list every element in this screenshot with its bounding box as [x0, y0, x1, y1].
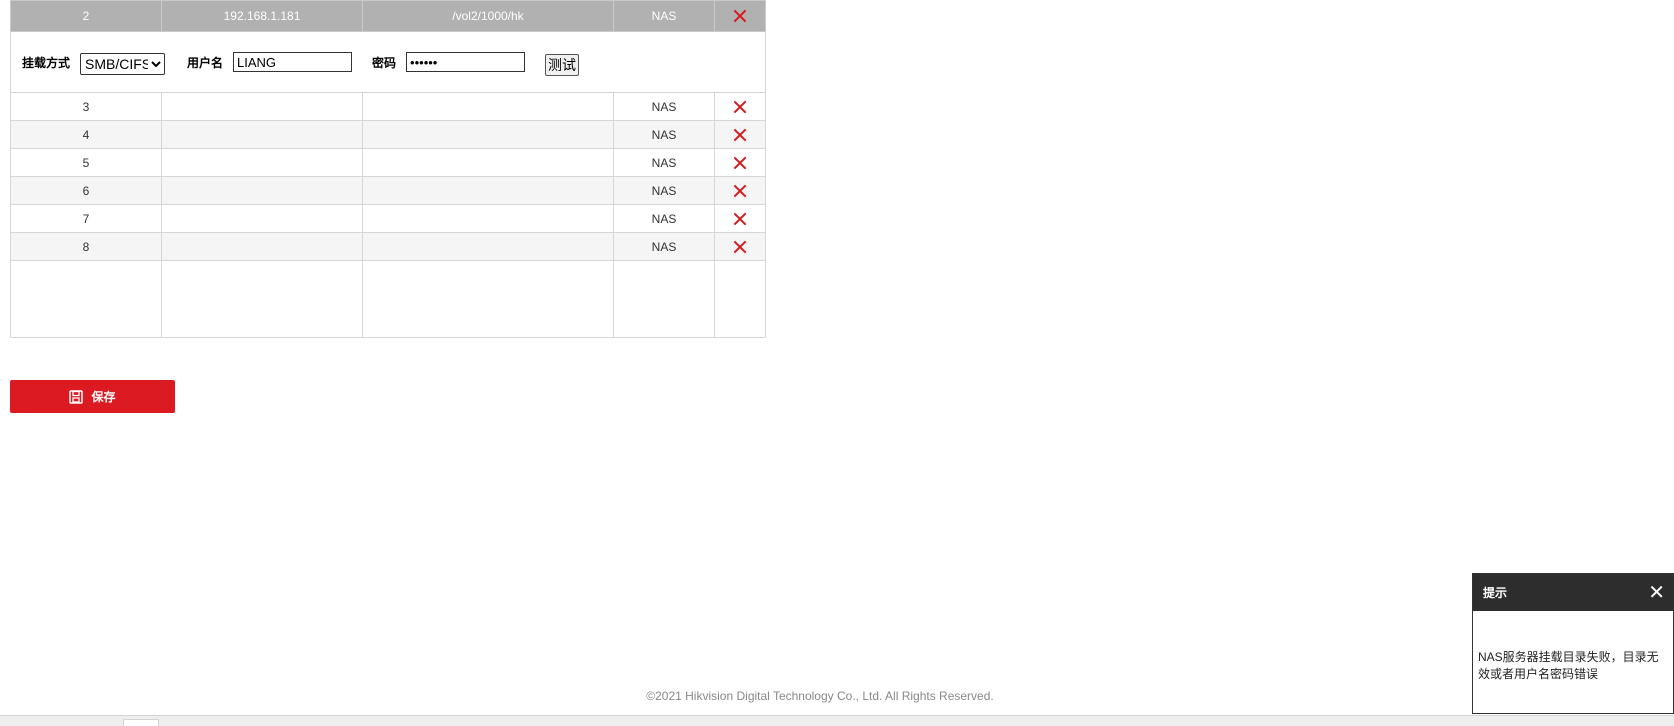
delete-icon[interactable] [733, 212, 747, 226]
delete-icon[interactable] [733, 240, 747, 254]
test-button[interactable]: 测试 [545, 53, 580, 76]
notification-dialog: 提示 ✕ NAS服务器挂载目录失败，目录无效或者用户名密码错误 [1472, 573, 1674, 714]
cell-index: 5 [10, 148, 162, 177]
floppy-disk-icon [69, 389, 84, 404]
cell-type: NAS [613, 92, 715, 121]
cell-delete [714, 148, 766, 177]
table-row[interactable]: 3 NAS [10, 92, 766, 121]
password-label: 密码 [372, 55, 397, 70]
delete-icon[interactable] [733, 156, 747, 170]
table-row[interactable]: 7 NAS [10, 204, 766, 233]
cell-type: NAS [613, 176, 715, 205]
cell-server [161, 204, 363, 233]
cell-type: NAS [613, 0, 715, 32]
nas-settings-page: 2 192.168.1.181 /vol2/1000/hk NAS 挂载方式 S… [0, 0, 1674, 726]
cell-index: 4 [10, 120, 162, 149]
cell-path [362, 204, 614, 233]
save-button-label: 保存 [91, 390, 116, 404]
cell-path [362, 120, 614, 149]
cell-delete [714, 92, 766, 121]
cell-server [161, 92, 363, 121]
mount-type-select[interactable]: SMB/CIFS [80, 53, 166, 75]
cell-delete [714, 176, 766, 205]
cell-server [161, 120, 363, 149]
cell-delete [714, 120, 766, 149]
cell-type: NAS [613, 204, 715, 233]
password-input[interactable] [406, 52, 526, 72]
nas-table: 2 192.168.1.181 /vol2/1000/hk NAS 挂载方式 S… [10, 0, 766, 338]
cell-path [362, 92, 614, 121]
close-icon[interactable]: ✕ [1648, 583, 1665, 603]
footer-copyright: ©2021 Hikvision Digital Technology Co., … [646, 689, 994, 703]
cell-index: 7 [10, 204, 162, 233]
mount-options-row: 挂载方式 SMB/CIFS 用户名 密码 测试 [10, 31, 766, 93]
mount-type-label: 挂载方式 [22, 55, 71, 70]
cell-path: /vol2/1000/hk [362, 0, 614, 32]
cell-path [362, 176, 614, 205]
cell-index: 6 [10, 176, 162, 205]
cell-type: NAS [613, 148, 715, 177]
bottom-bar [0, 715, 1674, 726]
cell-server [161, 148, 363, 177]
table-row[interactable]: 5 NAS [10, 148, 766, 177]
cell-index: 8 [10, 232, 162, 261]
cell-delete [714, 204, 766, 233]
table-empty-row [10, 260, 766, 338]
cell-delete [714, 232, 766, 261]
delete-icon[interactable] [733, 128, 747, 142]
table-row[interactable]: 8 NAS [10, 232, 766, 261]
bottom-tab[interactable] [123, 719, 159, 726]
save-button[interactable]: 保存 [10, 380, 175, 413]
cell-type: NAS [613, 120, 715, 149]
delete-icon[interactable] [733, 184, 747, 198]
cell-index: 3 [10, 92, 162, 121]
notification-title: 提示 [1483, 586, 1508, 600]
cell-delete [714, 0, 766, 32]
cell-server: 192.168.1.181 [161, 0, 363, 32]
delete-icon[interactable] [733, 100, 747, 114]
cell-type: NAS [613, 232, 715, 261]
cell-server [161, 232, 363, 261]
cell-index: 2 [10, 0, 162, 32]
username-label: 用户名 [187, 55, 224, 70]
table-row-selected[interactable]: 2 192.168.1.181 /vol2/1000/hk NAS [10, 0, 766, 32]
table-row[interactable]: 4 NAS [10, 120, 766, 149]
cell-path [362, 232, 614, 261]
username-input[interactable] [233, 52, 353, 72]
delete-icon[interactable] [733, 9, 747, 23]
notification-header: 提示 ✕ [1473, 574, 1673, 611]
table-row[interactable]: 6 NAS [10, 176, 766, 205]
mount-options: 挂载方式 SMB/CIFS 用户名 密码 测试 [11, 49, 765, 76]
cell-server [161, 176, 363, 205]
notification-message: NAS服务器挂载目录失败，目录无效或者用户名密码错误 [1478, 650, 1659, 681]
cell-path [362, 148, 614, 177]
